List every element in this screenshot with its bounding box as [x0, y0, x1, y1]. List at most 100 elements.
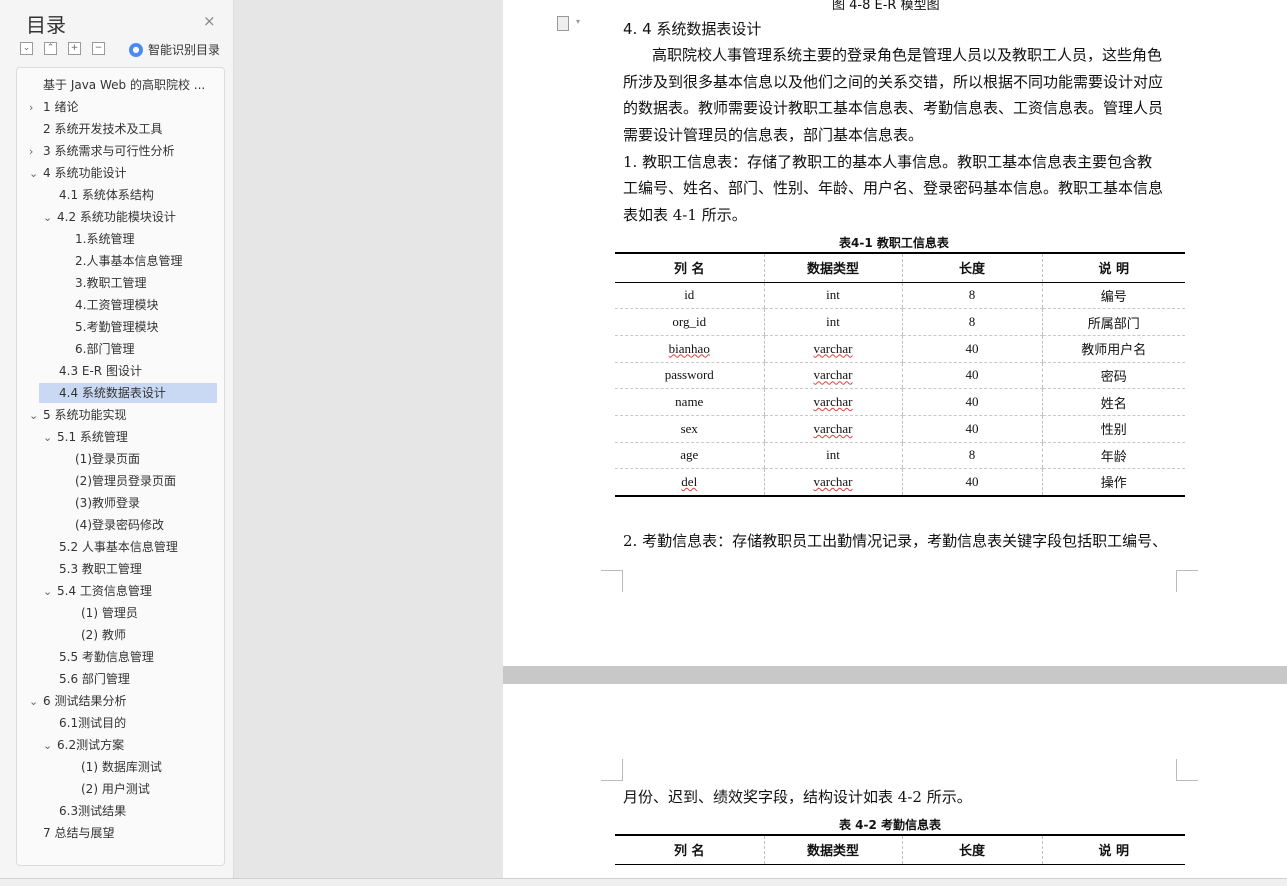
- smart-toc-button[interactable]: ● 智能识别目录: [129, 41, 220, 58]
- toc-item-label: 2 系统开发技术及工具: [43, 122, 163, 136]
- close-icon[interactable]: ×: [203, 12, 216, 30]
- table-row: id int 8 编号: [615, 282, 1185, 310]
- toc-item-label: (1) 数据库测试: [81, 760, 162, 774]
- chevron-down-icon[interactable]: ⌄: [43, 208, 57, 228]
- chevron-right-icon[interactable]: ›: [29, 142, 43, 162]
- toc-item[interactable]: (1) 管理员: [81, 603, 138, 623]
- toc-item[interactable]: 5.2 人事基本信息管理: [59, 537, 178, 557]
- paragraph-line: 月份、迟到、绩效奖字段，结构设计如表 4-2 所示。: [623, 788, 972, 806]
- table-cell: age: [615, 442, 764, 470]
- add-heading-icon[interactable]: +: [68, 42, 81, 55]
- document-page: 图 4-8 E-R 模型图 ▾ 4. 4 系统数据表设计 高职院校人事管理系统主…: [503, 0, 1287, 666]
- toc-item-label: (1)登录页面: [75, 452, 140, 466]
- toc-item[interactable]: 2 系统开发技术及工具: [43, 119, 162, 139]
- chevron-down-icon[interactable]: ⌄: [43, 428, 57, 448]
- chevron-right-icon[interactable]: ›: [29, 98, 43, 118]
- table-cell: del: [615, 468, 764, 497]
- toc-item[interactable]: 4.3 E-R 图设计: [59, 361, 142, 381]
- collapse-all-icon[interactable]: ⌃: [44, 42, 57, 55]
- table-cell: password: [615, 362, 764, 390]
- toc-item-label: 6.1测试目的: [59, 716, 127, 730]
- toc-item-label: 6.3测试结果: [59, 804, 127, 818]
- toc-item-label: 5.2 人事基本信息管理: [59, 540, 178, 554]
- attendance-table: 列 名数据类型 长度说 明: [615, 834, 1185, 865]
- paragraph-icon[interactable]: [557, 16, 569, 31]
- toc-item[interactable]: ⌄ 4 系统功能设计: [29, 163, 126, 183]
- chevron-down-icon[interactable]: ⌄: [29, 406, 43, 426]
- toc-item[interactable]: › 1 绪论: [29, 97, 78, 117]
- document-page: 月份、迟到、绩效奖字段，结构设计如表 4-2 所示。 表 4-2 考勤信息表 列…: [503, 684, 1287, 878]
- chevron-down-icon[interactable]: ⌄: [29, 692, 43, 712]
- toc-item[interactable]: 5.5 考勤信息管理: [59, 647, 154, 667]
- toc-item[interactable]: (2) 用户测试: [81, 779, 150, 799]
- toc-item-label: 5.5 考勤信息管理: [59, 650, 154, 664]
- table-cell: varchar: [763, 362, 902, 390]
- toc-item-label: 基于 Java Web 的高职院校 ...: [43, 78, 206, 92]
- staff-info-table: 列 名数据类型 长度说 明 id int 8 编号 org_id int 8 所属部门 bianh…: [615, 252, 1185, 497]
- table-cell: int: [763, 308, 902, 336]
- toc-item-label: 6.2测试方案: [57, 738, 125, 752]
- toc-item[interactable]: 基于 Java Web 的高职院校 ...: [43, 75, 205, 95]
- chevron-down-icon[interactable]: ⌄: [29, 164, 43, 184]
- toc-item[interactable]: ⌄ 5.4 工资信息管理: [43, 581, 152, 601]
- toc-item[interactable]: 7 总结与展望: [43, 823, 114, 843]
- toc-item[interactable]: (3)教师登录: [75, 493, 140, 513]
- page-corner-mark: [1176, 570, 1198, 592]
- toc-item[interactable]: 6.1测试目的: [59, 713, 126, 733]
- toc-item-label: 4 系统功能设计: [43, 166, 127, 180]
- toc-item[interactable]: 5.考勤管理模块: [75, 317, 158, 337]
- toc-item-label: 4.1 系统体系结构: [59, 188, 154, 202]
- remove-heading-icon[interactable]: −: [92, 42, 105, 55]
- chevron-down-icon[interactable]: ⌄: [43, 736, 57, 756]
- table-cell: 操作: [1041, 468, 1185, 497]
- toc-item-label: (4)登录密码修改: [75, 518, 164, 532]
- smart-toc-label: 智能识别目录: [148, 43, 221, 57]
- toc-item[interactable]: 5.3 教职工管理: [59, 559, 142, 579]
- toc-item[interactable]: ⌄ 6.2测试方案: [43, 735, 124, 755]
- table-row: bianhao varchar 40 教师用户名: [615, 335, 1185, 363]
- table-cell: sex: [615, 415, 764, 443]
- table-cell: bianhao: [615, 335, 764, 363]
- toc-item[interactable]: 6.3测试结果: [59, 801, 126, 821]
- toc-item[interactable]: (2) 教师: [81, 625, 126, 645]
- table-cell: int: [763, 442, 902, 470]
- toc-item[interactable]: ⌄ 5 系统功能实现: [29, 405, 126, 425]
- table-cell: 性别: [1041, 415, 1185, 443]
- paragraph-line: 1. 教职工信息表：存储了教职工的基本人事信息。教职工基本信息表主要包含教: [623, 153, 1153, 171]
- toc-item[interactable]: 2.人事基本信息管理: [75, 251, 182, 271]
- toc-item[interactable]: ⌄ 5.1 系统管理: [43, 427, 128, 447]
- toc-item-label: 4.3 E-R 图设计: [59, 364, 142, 378]
- expand-all-icon[interactable]: ⌄: [20, 42, 33, 55]
- chevron-down-icon[interactable]: ▾: [576, 17, 580, 26]
- table-row: org_id int 8 所属部门: [615, 308, 1185, 336]
- toc-item[interactable]: 3.教职工管理: [75, 273, 146, 293]
- toc-item-label: (2) 教师: [81, 628, 126, 642]
- toc-item[interactable]: (2)管理员登录页面: [75, 471, 176, 491]
- column-header: 数据类型: [763, 252, 902, 283]
- toc-item[interactable]: 5.6 部门管理: [59, 669, 130, 689]
- table-cell: 8: [901, 282, 1042, 310]
- toc-item[interactable]: › 3 系统需求与可行性分析: [29, 141, 174, 161]
- toc-item[interactable]: (1) 数据库测试: [81, 757, 162, 777]
- toc-item-label: 2.人事基本信息管理: [75, 254, 183, 268]
- toc-item[interactable]: ⌄ 4.2 系统功能模块设计: [43, 207, 176, 227]
- toc-item[interactable]: 1.系统管理: [75, 229, 134, 249]
- paragraph-line: 工编号、姓名、部门、性别、年龄、用户名、登录密码基本信息。教职工基本信息: [623, 179, 1164, 197]
- table-cell: 40: [901, 388, 1042, 416]
- toc-item[interactable]: (4)登录密码修改: [75, 515, 164, 535]
- toc-item[interactable]: (1)登录页面: [75, 449, 140, 469]
- table-row: del varchar 40 操作: [615, 468, 1185, 497]
- toc-item[interactable]: 4.1 系统体系结构: [59, 185, 154, 205]
- chevron-down-icon[interactable]: ⌄: [43, 582, 57, 602]
- section-heading: 4. 4 系统数据表设计: [623, 20, 762, 38]
- toc-item-label: 5 系统功能实现: [43, 408, 127, 422]
- toc-item-label: 3 系统需求与可行性分析: [43, 144, 175, 158]
- toc-title: 目录: [26, 13, 66, 37]
- toc-item[interactable]: 6.部门管理: [75, 339, 134, 359]
- toc-item-label: 7 总结与展望: [43, 826, 115, 840]
- table-cell: varchar: [763, 415, 902, 443]
- toc-item[interactable]: ⌄ 6 测试结果分析: [29, 691, 126, 711]
- toc-item[interactable]: 4.4 系统数据表设计: [39, 383, 217, 403]
- toc-item[interactable]: 4.工资管理模块: [75, 295, 158, 315]
- table-cell: 40: [901, 415, 1042, 443]
